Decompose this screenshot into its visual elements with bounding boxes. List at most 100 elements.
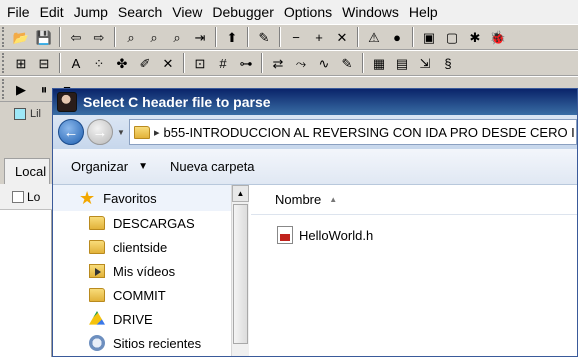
bug-button[interactable]: 🐞 [488,27,508,47]
nav-item-favorites[interactable]: ★ Favoritos [53,185,231,211]
data-button[interactable]: ⊟ [34,53,54,73]
chevron-right-icon[interactable]: ▸ [154,126,160,139]
menu-edit[interactable]: Edit [35,0,69,24]
calc-icon: ▦ [372,55,386,71]
binoculars-hex-icon: ⌕ [173,29,181,45]
code-button[interactable]: ⊞ [11,53,31,73]
favorites-label: Favoritos [103,190,157,206]
scrollbar-thumb[interactable] [233,204,248,344]
script-button[interactable]: § [438,53,458,73]
binoculars-hex-button[interactable]: ⌕ [167,27,187,47]
binoculars-text-button[interactable]: ⌕ [144,27,164,47]
recent-locations-dropdown[interactable]: ▼ [116,128,126,137]
number-button[interactable]: # [213,53,233,73]
up-arrow-button[interactable]: ⬆ [222,27,242,47]
nav-item-descargas[interactable]: DESCARGAS [53,211,231,235]
address-path[interactable]: b55-INTRODUCCION AL REVERSING CON IDA PR… [164,125,575,140]
nav-item-label: DRIVE [113,311,153,327]
file-row[interactable]: HelloWorld.h [251,221,577,249]
delete-button[interactable]: ✕ [158,53,178,73]
menu-search[interactable]: Search [113,0,167,24]
address-bar[interactable]: ▸ b55-INTRODUCCION AL REVERSING CON IDA … [129,119,577,145]
pause-button[interactable]: ⏸ [34,79,54,99]
save-button[interactable]: 💾 [34,27,54,47]
ida-local-view[interactable] [0,210,52,357]
toolbar-separator [261,53,263,73]
menu-jump[interactable]: Jump [69,0,113,24]
flow-button[interactable]: ⤳ [291,53,311,73]
nav-item-sitios-recientes[interactable]: Sitios recientes [53,331,231,355]
menu-debugger[interactable]: Debugger [207,0,279,24]
ida-app-icon [57,92,77,112]
toolbar-separator [412,27,414,47]
binoculars-button[interactable]: ⌕ [121,27,141,47]
forward-button[interactable]: → [87,119,113,145]
open-folder-icon: 📂 [12,29,30,45]
window-alt-icon: ▢ [445,29,459,45]
note-button[interactable]: ✎ [337,53,357,73]
record-button[interactable]: ● [387,27,407,47]
forward-arrow-button[interactable]: ⇨ [89,27,109,47]
local-subtab[interactable]: Lo [0,184,52,210]
jump-button[interactable]: ⇥ [190,27,210,47]
window-button[interactable]: ▣ [419,27,439,47]
nav-item-label: clientside [113,239,168,255]
string-button[interactable]: A [66,53,86,73]
star-icon: ★ [79,188,96,208]
open-folder-button[interactable]: 📂 [11,27,31,47]
nav-item-label: Sitios recientes [113,335,202,351]
nav-item-commit[interactable]: COMMIT [53,283,231,307]
header-file-icon [277,226,293,244]
menu-help[interactable]: Help [404,0,443,24]
export-button[interactable]: ⇲ [415,53,435,73]
menu-file[interactable]: File [2,0,35,24]
pages-icon: ▤ [395,55,409,71]
debug-button[interactable]: ✱ [465,27,485,47]
run-button[interactable]: ▶ [11,79,31,99]
struct-button[interactable]: ✤ [112,53,132,73]
toolbar-grip[interactable] [2,27,6,47]
dialog-titlebar[interactable]: Select C header file to parse [53,89,577,115]
back-button[interactable]: ← [58,119,84,145]
menu-options[interactable]: Options [279,0,337,24]
column-name-label: Nombre [275,192,322,207]
menu-view[interactable]: View [167,0,207,24]
toolbar-grip[interactable] [2,53,6,73]
minus-icon: − [292,29,300,45]
toolbar-grip[interactable] [2,79,6,99]
graph-button[interactable]: ⊶ [236,53,256,73]
minus-button[interactable]: − [286,27,306,47]
toolbar-separator [357,27,359,47]
scroll-up-button[interactable]: ▲ [232,185,249,202]
local-types-icon [12,190,24,203]
offset-button[interactable]: ⊡ [190,53,210,73]
cross-icon: ✕ [336,29,348,45]
pages-button[interactable]: ▤ [392,53,412,73]
note-icon: ✎ [341,55,353,71]
warning-button[interactable]: ⚠ [364,27,384,47]
analyze-button[interactable]: ✎ [254,27,274,47]
nav-item-mis-v-deos[interactable]: Mis vídeos [53,259,231,283]
chart-button[interactable]: ∿ [314,53,334,73]
analyze-icon: ✎ [258,29,270,45]
nav-item-drive[interactable]: DRIVE [53,307,231,331]
cross-button[interactable]: ✕ [332,27,352,47]
xref-button[interactable]: ⇄ [268,53,288,73]
new-folder-button[interactable]: Nueva carpeta [170,159,255,174]
select-header-dialog: Select C header file to parse ← → ▼ ▸ b5… [52,88,578,357]
array-button[interactable]: ⁘ [89,53,109,73]
toolbar-separator [362,53,364,73]
organize-button[interactable]: Organizar ▼ [71,159,148,174]
nav-item-clientside[interactable]: clientside [53,235,231,259]
edit-button[interactable]: ✐ [135,53,155,73]
navigation-scrollbar[interactable]: ▲ [231,185,249,356]
library-label: Lil [30,108,42,120]
code-icon: ⊞ [15,55,27,71]
column-header-name[interactable]: Nombre ▲ [251,185,577,215]
menu-windows[interactable]: Windows [337,0,404,24]
window-alt-button[interactable]: ▢ [442,27,462,47]
calc-button[interactable]: ▦ [369,53,389,73]
plus-button[interactable]: + [309,27,329,47]
back-arrow-button[interactable]: ⇦ [66,27,86,47]
tab-local[interactable]: Local [4,158,50,184]
